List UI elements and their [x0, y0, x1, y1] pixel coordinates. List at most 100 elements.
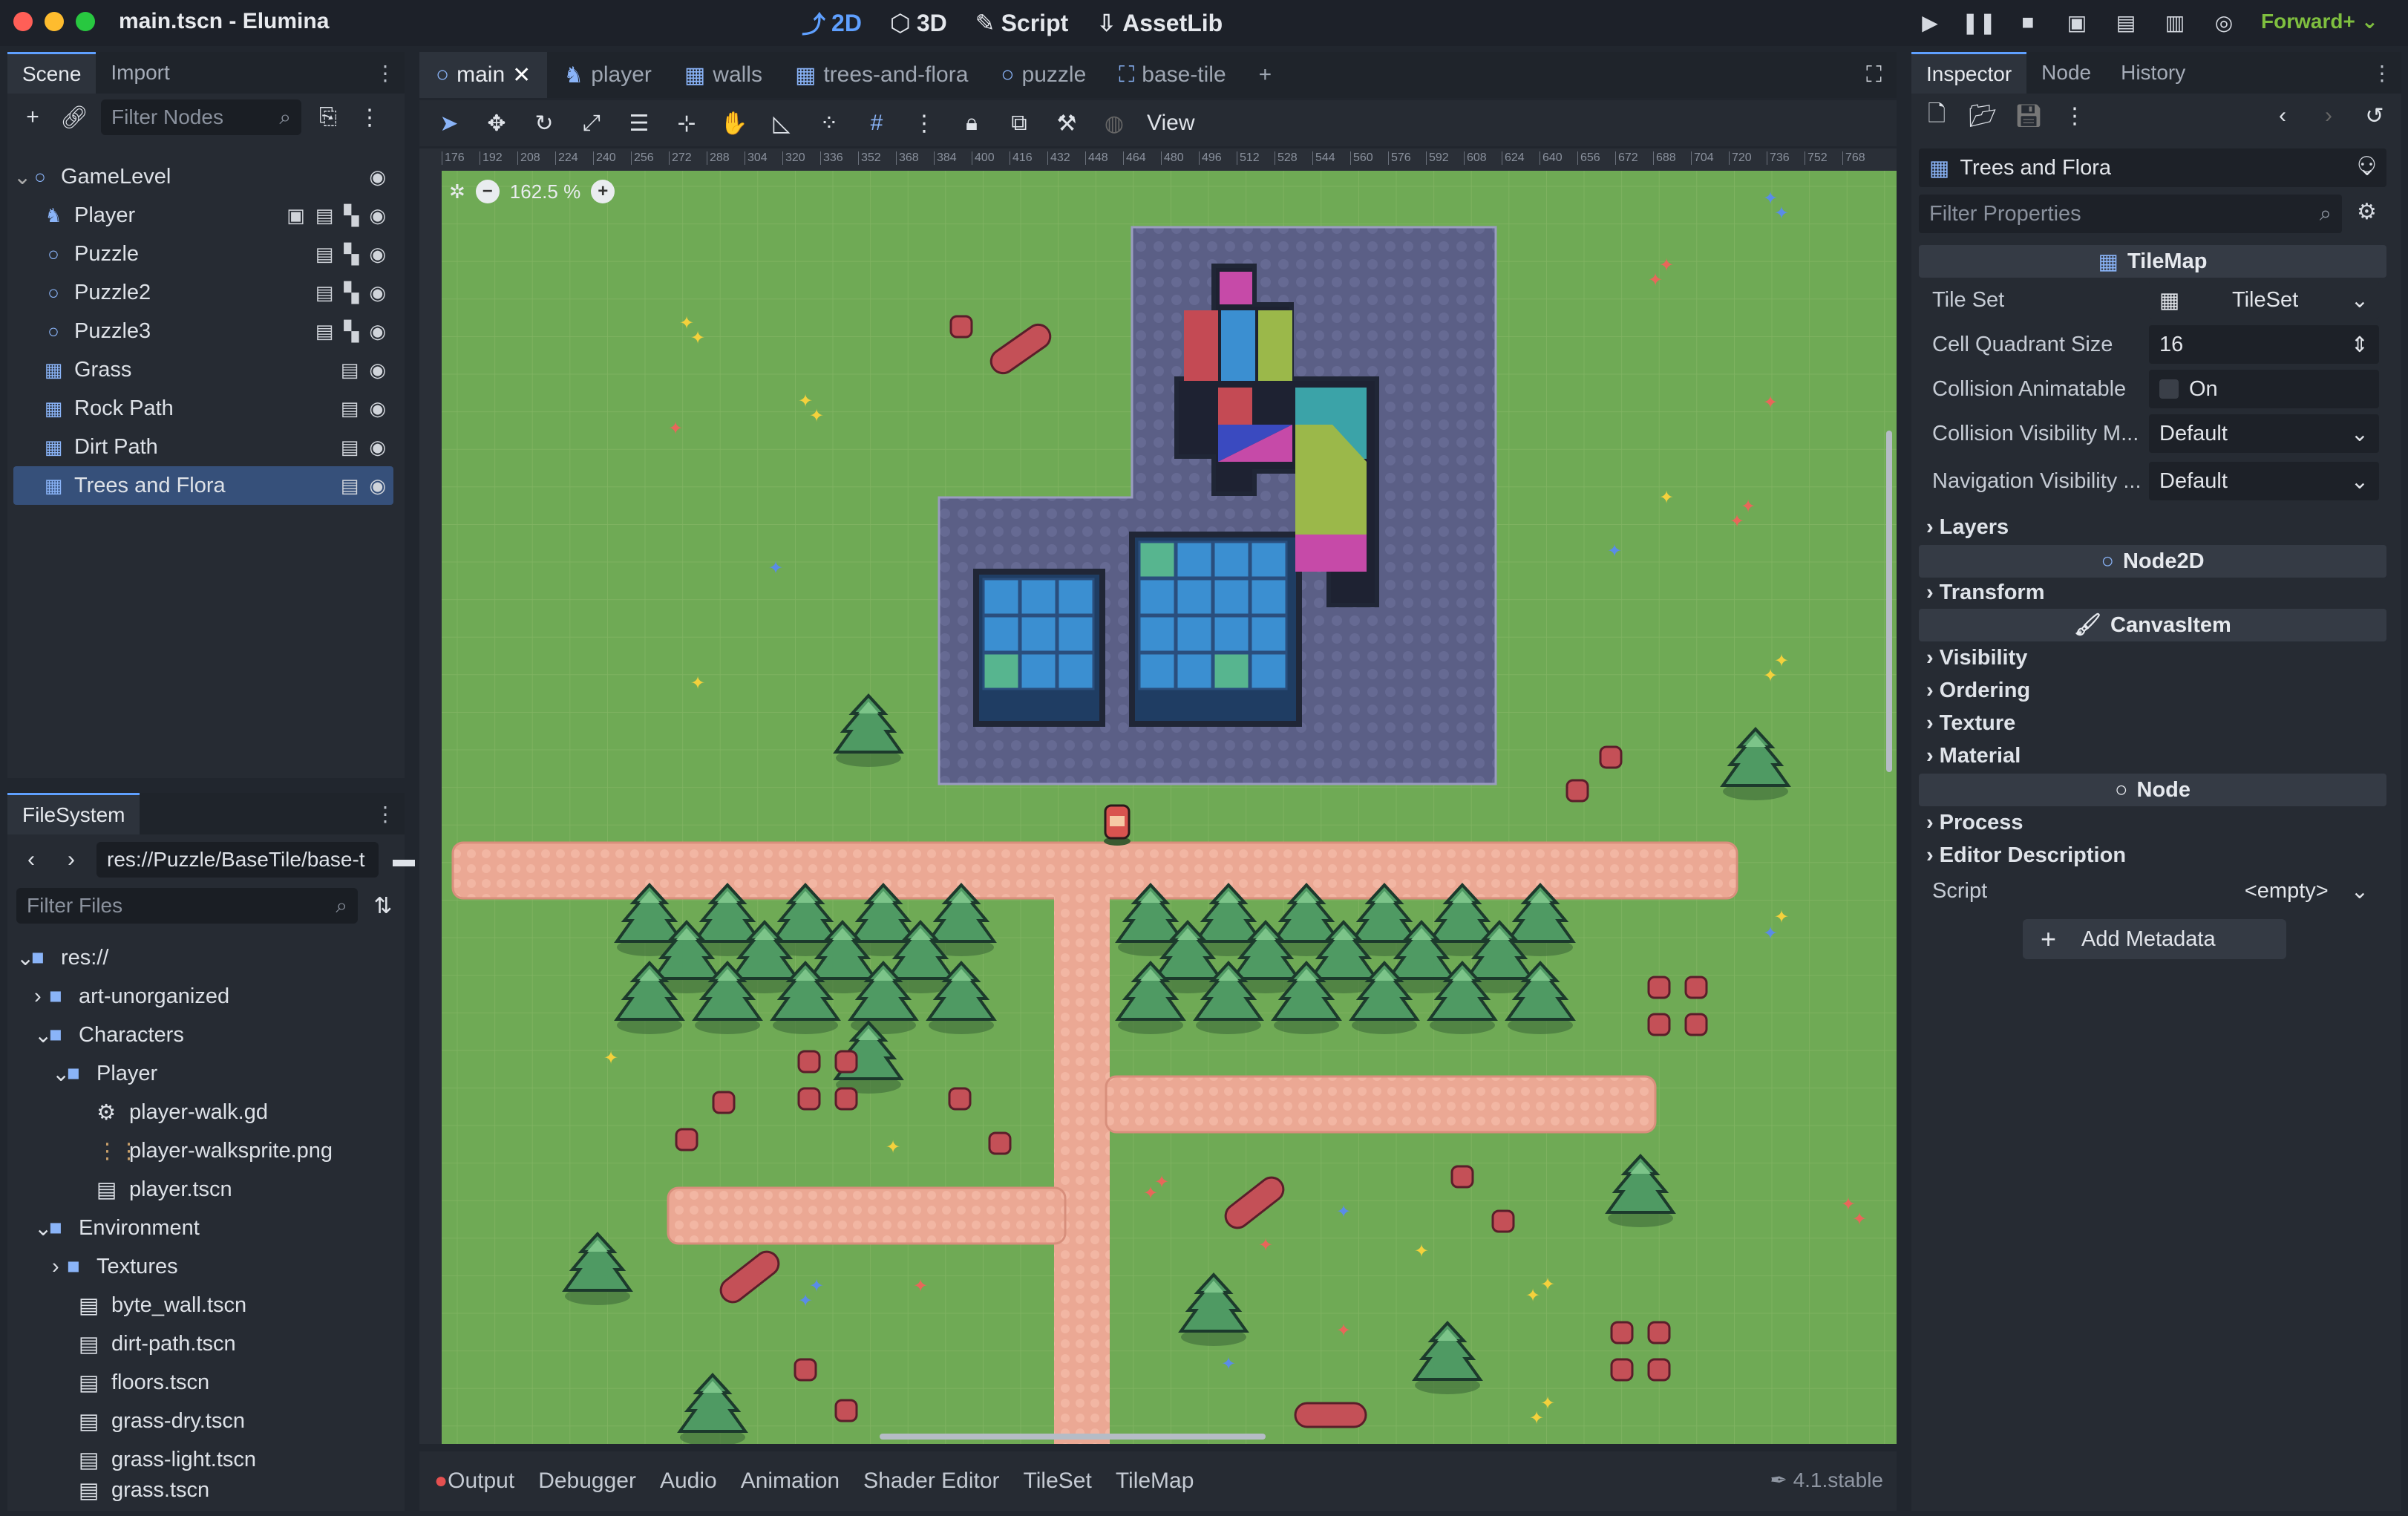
collision-animatable-checkbox[interactable]: On — [2149, 370, 2379, 408]
rotate-tool-icon[interactable]: ↻ — [529, 108, 559, 138]
section-editor-description[interactable]: › Editor Description — [1926, 840, 2126, 870]
clapper-icon[interactable]: ▤ — [315, 243, 334, 266]
pivot-tool-icon[interactable]: ⊹ — [672, 108, 701, 138]
play-icon[interactable]: ▶ — [1915, 7, 1945, 37]
link-icon[interactable]: 🔗︎ — [59, 102, 89, 132]
list-select-icon[interactable]: ☰ — [624, 108, 654, 138]
sort-icon[interactable]: ⇅ — [368, 891, 398, 921]
tab-debugger[interactable]: Debugger — [538, 1468, 636, 1494]
kebab-menu-icon[interactable]: ⋮ — [375, 61, 396, 85]
fs-item-grass[interactable]: ▤ grass.tscn — [16, 1479, 387, 1501]
visibility-eye-icon[interactable]: ◉ — [369, 166, 386, 189]
history-forward-icon[interactable]: › — [2314, 101, 2343, 131]
cell-quadrant-size-stepper[interactable]: 16 ⇕ — [2149, 325, 2379, 364]
pan-tool-icon[interactable]: ✋ — [719, 108, 749, 138]
object-selector[interactable]: ▦ Trees and Flora ⌄ — [1919, 148, 2386, 187]
movie-maker-icon[interactable]: ◎ — [2209, 7, 2239, 37]
horizontal-scrollbar[interactable] — [880, 1434, 1266, 1440]
zoom-in-button[interactable]: + — [591, 180, 615, 203]
tab-output[interactable]: ●Output — [434, 1468, 514, 1494]
distraction-free-icon[interactable]: ⛶ — [1866, 62, 1882, 88]
tab-base-tile[interactable]: ⛶ base-tile — [1102, 52, 1242, 98]
move-tool-icon[interactable]: ✥ — [482, 108, 511, 138]
tree-node-grass[interactable]: ▦ Grass ▤ ◉ — [13, 350, 393, 389]
tree-node-puzzle[interactable]: ○ Puzzle ▤ ▚ ◉ — [13, 235, 393, 273]
section-ordering[interactable]: › Ordering — [1926, 676, 2030, 705]
clapper-icon[interactable]: ▤ — [315, 204, 334, 227]
tab-node[interactable]: Node — [2026, 52, 2106, 94]
kebab-menu-icon[interactable]: ⋮ — [375, 802, 396, 826]
clapper-icon[interactable]: ▤ — [341, 359, 359, 382]
tab-trees-and-flora[interactable]: ▦ trees-and-flora — [779, 52, 984, 98]
select-tool-icon[interactable]: ➤ — [434, 108, 464, 138]
canvas-viewport[interactable]: ✦ ✦ ✦ ✦ ✦ ✦ ✦ ✦ ✦ ✦ ✦ ✦ ✦ ✦ ✦ ✦ ✦ ✦ ✦ ✦ … — [419, 148, 1897, 1444]
section-material[interactable]: › Material — [1926, 741, 2021, 771]
add-tab-button[interactable]: + — [1243, 52, 1289, 98]
tab-filesystem[interactable]: FileSystem — [7, 793, 140, 834]
section-visibility[interactable]: › Visibility — [1926, 643, 2027, 673]
scale-tool-icon[interactable]: ⤢ — [577, 108, 606, 138]
fs-item-player-tscn[interactable]: ▤ player.tscn — [16, 1170, 387, 1209]
remote-debug-icon[interactable]: ▣ — [2062, 7, 2092, 37]
fs-item-player-walk-gd[interactable]: ⚙ player-walk.gd — [16, 1093, 387, 1131]
clapper-icon[interactable]: ▤ — [341, 474, 359, 497]
renderer-selector[interactable]: Forward+ ⌄ — [2261, 9, 2378, 33]
fs-item-res[interactable]: ⌄ ■ res:// — [16, 938, 387, 977]
tab-history[interactable]: History — [2106, 52, 2200, 94]
node-tree-icon[interactable]: ⚇ — [2357, 152, 2377, 178]
chevron-down-icon[interactable]: ⌄ — [13, 164, 31, 190]
section-process[interactable]: › Process — [1926, 808, 2023, 837]
fs-item-grass-light[interactable]: ▤ grass-light.tscn — [16, 1440, 387, 1479]
new-resource-icon[interactable]: 🗋 — [1922, 101, 1951, 131]
clapper-icon[interactable]: ▤ — [341, 397, 359, 420]
property-options-icon[interactable]: ⚙ — [2357, 199, 2377, 225]
ruler-tool-icon[interactable]: ◺ — [767, 108, 796, 138]
section-layers[interactable]: › Layers — [1926, 512, 2009, 542]
forward-icon[interactable]: › — [56, 845, 86, 875]
path-field[interactable]: res://Puzzle/BaseTile/base-t — [96, 842, 379, 878]
fs-item-player-walksprite[interactable]: ⋮⋮ player-walksprite.png — [16, 1131, 387, 1170]
tree-node-rock-path[interactable]: ▦ Rock Path ▤ ◉ — [13, 389, 393, 428]
view-menu[interactable]: View — [1147, 111, 1194, 136]
split-view-icon[interactable]: ▬ — [389, 845, 419, 875]
tab-main[interactable]: ○ main ✕ — [419, 52, 548, 98]
history-back-icon[interactable]: ‹ — [2268, 101, 2297, 131]
add-metadata-button[interactable]: + Add Metadata — [2023, 919, 2286, 959]
clapper-icon[interactable]: ▤ — [315, 320, 334, 343]
snap-options-icon[interactable]: ⋮ — [909, 108, 939, 138]
zoom-level[interactable]: 162.5 % — [510, 180, 580, 203]
filter-properties-input[interactable]: Filter Properties ⌕ — [1919, 195, 2342, 233]
grid-snap-icon[interactable]: # — [862, 108, 891, 138]
group-icon[interactable]: ⧉ — [1004, 108, 1034, 138]
tree-node-gamelevel[interactable]: ⌄ ○ GameLevel ◉ — [13, 157, 393, 196]
kebab-menu-icon[interactable]: ⋮ — [2372, 61, 2392, 85]
camera-override-icon[interactable]: ◍ — [1099, 108, 1129, 138]
stop-icon[interactable]: ■ — [2013, 7, 2043, 37]
center-view-icon[interactable]: ✲ — [449, 180, 465, 203]
fs-item-dirt-path[interactable]: ▤ dirt-path.tscn — [16, 1324, 387, 1363]
open-scene-icon[interactable]: ▣ — [287, 204, 305, 227]
tree-node-puzzle2[interactable]: ○ Puzzle2 ▤ ▚ ◉ — [13, 273, 393, 312]
lock-icon[interactable]: 🔒︎ — [957, 108, 987, 138]
tile-set-picker[interactable]: ▦ TileSet ⌄ — [2149, 281, 2379, 319]
history-icon[interactable]: ↺ — [2360, 101, 2389, 131]
tree-node-dirt-path[interactable]: ▦ Dirt Path ▤ ◉ — [13, 428, 393, 466]
fs-item-player-folder[interactable]: ⌄ ■ Player — [16, 1054, 387, 1093]
fs-item-art-unorganized[interactable]: › ■ art-unorganized — [16, 977, 387, 1016]
zoom-out-button[interactable]: − — [475, 180, 500, 203]
tab-puzzle[interactable]: ○ puzzle — [984, 52, 1102, 98]
visibility-eye-icon[interactable]: ◉ — [369, 320, 386, 343]
tree-node-player[interactable]: ♞ Player ▣ ▤ ▚ ◉ — [13, 196, 393, 235]
open-folder-icon[interactable]: 📂︎ — [1968, 101, 1998, 131]
add-node-icon[interactable]: + — [18, 102, 48, 132]
fs-item-grass-dry[interactable]: ▤ grass-dry.tscn — [16, 1402, 387, 1440]
tab-audio[interactable]: Audio — [660, 1468, 717, 1494]
minimize-window-button[interactable] — [45, 12, 64, 31]
visibility-eye-icon[interactable]: ◉ — [369, 474, 386, 497]
tab-inspector[interactable]: Inspector — [1911, 52, 2027, 94]
mode-script-button[interactable]: ✎ Script — [975, 6, 1069, 40]
visibility-eye-icon[interactable]: ◉ — [369, 281, 386, 304]
tab-animation[interactable]: Animation — [741, 1468, 840, 1494]
play-custom-scene-icon[interactable]: ▥ — [2160, 7, 2190, 37]
close-window-button[interactable] — [13, 12, 33, 31]
